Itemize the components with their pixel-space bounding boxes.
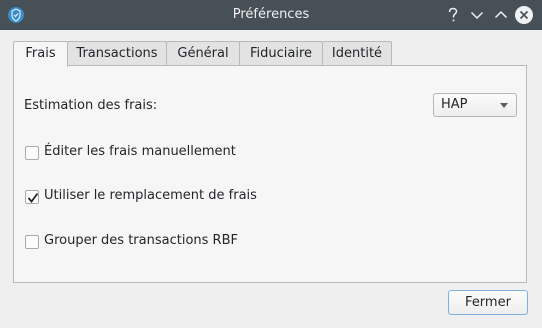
edit-fees-manually-label[interactable]: Éditer les frais manuellement (44, 144, 236, 159)
help-icon[interactable] (443, 5, 463, 25)
edit-fees-manually-checkbox[interactable] (25, 146, 39, 160)
close-icon[interactable] (514, 5, 534, 25)
tab-fiduciary[interactable]: Fiduciaire (239, 41, 323, 66)
minimize-icon[interactable] (467, 5, 487, 25)
batch-rbf-label[interactable]: Grouper des transactions RBF (44, 233, 238, 248)
close-button[interactable]: Fermer (448, 290, 528, 315)
title-bar[interactable]: Préférences (0, 0, 542, 30)
tab-transactions[interactable]: Transactions (67, 41, 167, 66)
tab-general[interactable]: Général (166, 41, 240, 66)
tab-fees[interactable]: Frais (13, 41, 68, 67)
preferences-window: Préférences Frais Transactions Général F… (0, 0, 542, 328)
tab-identity[interactable]: Identité (322, 41, 392, 66)
fee-replacement-checkbox[interactable] (25, 190, 39, 204)
fee-replacement-label[interactable]: Utiliser le remplacement de frais (44, 188, 257, 203)
fees-panel: Estimation des frais: HAP Éditer les fra… (13, 65, 527, 283)
fee-estimation-value: HAP (441, 97, 468, 112)
batch-rbf-checkbox[interactable] (25, 235, 39, 249)
maximize-icon[interactable] (491, 5, 511, 25)
fee-estimation-select[interactable]: HAP (433, 93, 517, 117)
checkmark-icon (27, 192, 39, 203)
fee-estimation-label: Estimation des frais: (24, 98, 158, 113)
chevron-down-icon (500, 103, 508, 108)
